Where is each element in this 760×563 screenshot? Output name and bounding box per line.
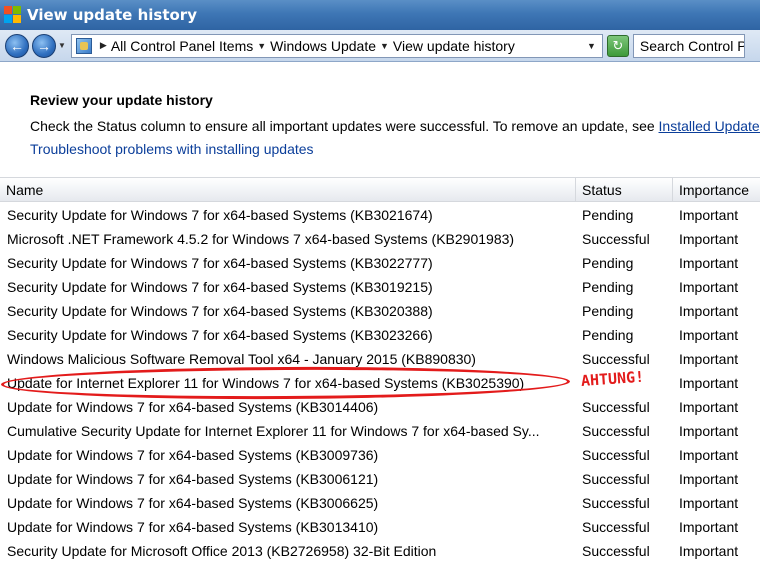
- table-row[interactable]: Security Update for Windows 7 for x64-ba…: [0, 275, 760, 299]
- table-row[interactable]: Update for Internet Explorer 11 for Wind…: [0, 371, 760, 395]
- page-title: Review your update history: [30, 92, 213, 108]
- table-row[interactable]: Update for Windows 7 for x64-based Syste…: [0, 515, 760, 539]
- update-importance: Important: [679, 303, 739, 319]
- update-name: Update for Windows 7 for x64-based Syste…: [7, 519, 379, 535]
- update-importance: Important: [679, 447, 739, 463]
- update-name: Security Update for Windows 7 for x64-ba…: [7, 279, 433, 295]
- window-title: View update history: [27, 6, 197, 24]
- update-status: Successful: [582, 519, 650, 535]
- breadcrumb-chevron-icon[interactable]: ▶: [100, 40, 107, 51]
- column-header-status[interactable]: Status: [576, 178, 673, 202]
- breadcrumb-all-control-panel-items[interactable]: All Control Panel Items: [111, 38, 253, 54]
- update-importance: Important: [679, 255, 739, 271]
- update-importance: Important: [679, 495, 739, 511]
- table-row[interactable]: Update for Windows 7 for x64-based Syste…: [0, 443, 760, 467]
- breadcrumb-view-update-history[interactable]: View update history: [393, 38, 515, 54]
- update-name: Security Update for Windows 7 for x64-ba…: [7, 207, 433, 223]
- troubleshoot-link[interactable]: Troubleshoot problems with installing up…: [30, 141, 314, 157]
- update-name: Microsoft .NET Framework 4.5.2 for Windo…: [7, 231, 515, 247]
- update-importance: Important: [679, 231, 739, 247]
- table-row[interactable]: Windows Malicious Software Removal Tool …: [0, 347, 760, 371]
- update-importance: Important: [679, 207, 739, 223]
- back-arrow-icon: ←: [10, 37, 24, 54]
- update-importance: Important: [679, 471, 739, 487]
- breadcrumb-windows-update[interactable]: Windows Update: [270, 38, 376, 54]
- update-status: Successful: [582, 399, 650, 415]
- update-status: Successful: [582, 231, 650, 247]
- breadcrumb-chevron-icon[interactable]: ▼: [257, 41, 266, 51]
- update-status: Successful: [582, 495, 650, 511]
- update-name: Update for Windows 7 for x64-based Syste…: [7, 399, 379, 415]
- update-importance: Important: [679, 375, 739, 391]
- table-row[interactable]: Update for Windows 7 for x64-based Syste…: [0, 467, 760, 491]
- search-box[interactable]: [632, 33, 745, 58]
- address-toolbar: ← → ▼ ▶ All Control Panel Items ▼ Window…: [0, 30, 760, 62]
- breadcrumb-chevron-icon[interactable]: ▼: [380, 41, 389, 51]
- update-name: Update for Windows 7 for x64-based Syste…: [7, 447, 379, 463]
- window-icon: [4, 6, 22, 24]
- update-status: Pending: [582, 303, 634, 319]
- table-row[interactable]: Security Update for Windows 7 for x64-ba…: [0, 251, 760, 275]
- update-name: Security Update for Microsoft Office 201…: [7, 543, 437, 559]
- table-row[interactable]: Security Update for Windows 7 for x64-ba…: [0, 203, 760, 227]
- update-status: Successful: [582, 471, 650, 487]
- update-name: Update for Windows 7 for x64-based Syste…: [7, 471, 379, 487]
- table-row[interactable]: Security Update for Microsoft Office 201…: [0, 539, 760, 563]
- title-bar: View update history: [0, 0, 760, 30]
- update-importance: Important: [679, 399, 739, 415]
- update-status: Pending: [582, 327, 634, 343]
- update-name: Update for Internet Explorer 11 for Wind…: [7, 375, 525, 391]
- column-header: Name Status Importance: [0, 177, 760, 202]
- update-status: Successful: [582, 447, 650, 463]
- update-status: Pending: [582, 255, 634, 271]
- table-row[interactable]: Update for Windows 7 for x64-based Syste…: [0, 491, 760, 515]
- address-bar[interactable]: ▶ All Control Panel Items ▼ Windows Upda…: [70, 33, 603, 58]
- update-name: Update for Windows 7 for x64-based Syste…: [7, 495, 379, 511]
- table-row[interactable]: Microsoft .NET Framework 4.5.2 for Windo…: [0, 227, 760, 251]
- update-status: Successful: [582, 543, 650, 559]
- refresh-icon: ↻: [612, 37, 624, 53]
- search-input[interactable]: [639, 37, 744, 54]
- update-importance: Important: [679, 279, 739, 295]
- table-row[interactable]: Security Update for Windows 7 for x64-ba…: [0, 299, 760, 323]
- installed-updates-link[interactable]: Installed Updates: [659, 118, 760, 134]
- update-importance: Important: [679, 351, 739, 367]
- update-name: Security Update for Windows 7 for x64-ba…: [7, 327, 433, 343]
- update-status: Pending: [582, 207, 634, 223]
- update-name: Security Update for Windows 7 for x64-ba…: [7, 303, 433, 319]
- forward-arrow-icon: →: [37, 37, 51, 54]
- column-header-importance[interactable]: Importance: [673, 178, 760, 202]
- table-row[interactable]: Update for Windows 7 for x64-based Syste…: [0, 395, 760, 419]
- table-row[interactable]: Cumulative Security Update for Internet …: [0, 419, 760, 443]
- update-importance: Important: [679, 519, 739, 535]
- update-importance: Important: [679, 327, 739, 343]
- table-row[interactable]: Security Update for Windows 7 for x64-ba…: [0, 323, 760, 347]
- refresh-button[interactable]: ↻: [606, 34, 629, 57]
- update-status: Successful: [582, 423, 650, 439]
- update-importance: Important: [679, 543, 739, 559]
- address-dropdown-icon[interactable]: ▼: [587, 41, 596, 51]
- back-button[interactable]: ←: [5, 33, 29, 58]
- page-description: Check the Status column to ensure all im…: [30, 118, 760, 134]
- description-text: Check the Status column to ensure all im…: [30, 118, 659, 134]
- column-header-name[interactable]: Name: [0, 178, 576, 202]
- update-list: Security Update for Windows 7 for x64-ba…: [0, 203, 760, 563]
- update-importance: Important: [679, 423, 739, 439]
- control-panel-icon: [75, 37, 92, 54]
- forward-button[interactable]: →: [32, 33, 56, 58]
- update-name: Security Update for Windows 7 for x64-ba…: [7, 255, 433, 271]
- update-name: Windows Malicious Software Removal Tool …: [7, 351, 476, 367]
- recent-pages-chevron-icon[interactable]: ▼: [58, 41, 66, 50]
- update-name: Cumulative Security Update for Internet …: [7, 423, 540, 439]
- update-status: Pending: [582, 279, 634, 295]
